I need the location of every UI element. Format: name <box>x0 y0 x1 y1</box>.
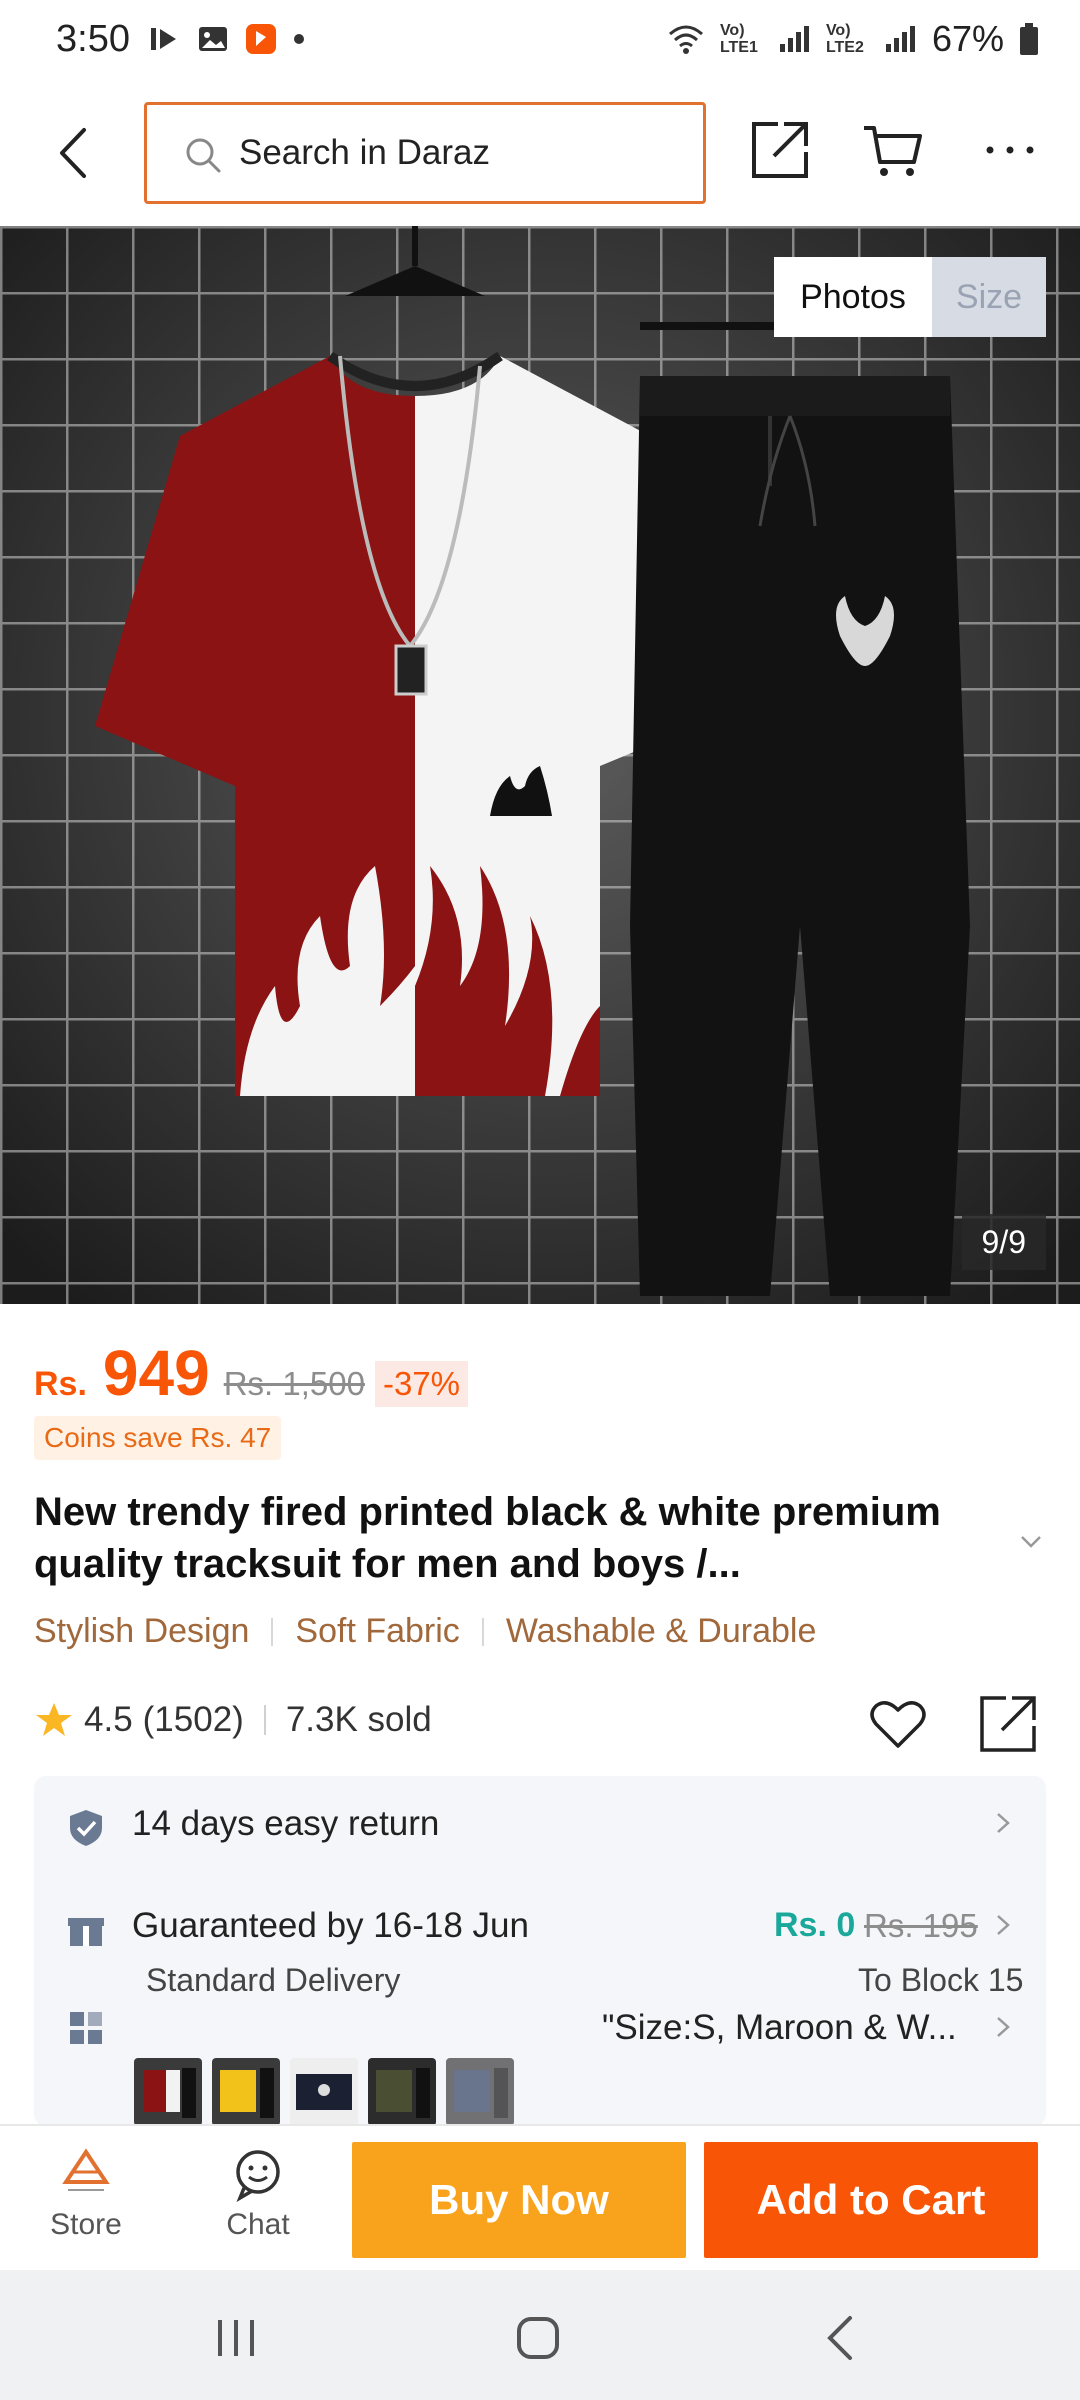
chat-label: Chat <box>226 2208 290 2241</box>
price-current: 949 <box>102 1337 210 1409</box>
dot-icon <box>294 34 304 44</box>
variant-thumbnail[interactable] <box>134 2058 202 2126</box>
wifi-icon <box>668 25 703 54</box>
feature-tag: Washable & Durable <box>505 1612 817 1650</box>
chevron-down-icon[interactable] <box>1016 1526 1046 1556</box>
chevron-right-icon <box>997 1915 1010 1935</box>
variant-thumbnail[interactable] <box>212 2058 280 2126</box>
chat-button[interactable]: Chat <box>198 2146 318 2242</box>
back-nav-icon[interactable] <box>812 2308 872 2368</box>
buy-now-button[interactable]: Buy Now <box>352 2142 686 2258</box>
status-system-icons: Vo) LTE1 Vo) LTE2 67% <box>666 18 1040 60</box>
discount-badge: -37% <box>374 1361 468 1407</box>
bottom-action-bar: Store Chat Buy Now Add to Cart <box>0 2124 1080 2270</box>
tab-photos[interactable]: Photos <box>774 257 932 337</box>
store-icon <box>62 2148 110 2191</box>
shipping-fee-original: Rs. 195 <box>864 1907 978 1944</box>
top-nav: Search in Daraz <box>0 80 1080 226</box>
grid-icon <box>70 2012 102 2044</box>
status-time: 3:50 <box>56 18 130 60</box>
battery-percent: 67% <box>931 18 1004 59</box>
media-tabs: Photos Size <box>774 257 1046 337</box>
variant-selected: "Size:S, Maroon & W... <box>602 2008 957 2047</box>
signal-icon-2 <box>885 26 915 52</box>
product-image-gallery[interactable]: Photos Size 9/9 <box>0 226 1080 1304</box>
image-counter: 9/9 <box>961 1214 1046 1270</box>
cart-icon[interactable] <box>860 118 924 182</box>
price-row: Rs. 949 Rs. 1,500 -37% <box>34 1336 468 1410</box>
product-title: New trendy fired printed black & white p… <box>34 1490 941 1586</box>
rating-value: 4.5 <box>84 1700 133 1739</box>
system-navigation-bar <box>0 2270 1080 2400</box>
sim2-label: Vo) LTE2 <box>825 22 864 56</box>
back-button[interactable] <box>48 120 100 186</box>
delivery-location: To Block 15 <box>858 1962 1024 1998</box>
heart-icon[interactable] <box>866 1692 930 1756</box>
product-image <box>0 226 1080 1304</box>
share-icon[interactable] <box>748 118 812 182</box>
service-card: 14 days easy return Guaranteed by 16-18 … <box>34 1776 1046 2126</box>
delivery-type: Standard Delivery <box>146 1962 401 1998</box>
gift-box-icon <box>68 1918 104 1946</box>
home-icon[interactable] <box>508 2308 568 2368</box>
divider <box>481 1617 484 1646</box>
divider <box>271 1617 274 1646</box>
sold-count: 7.3K sold <box>285 1700 432 1739</box>
star-icon <box>36 1703 72 1736</box>
feature-tags: Stylish Design Soft Fabric Washable & Du… <box>34 1612 816 1651</box>
more-options-icon[interactable] <box>978 118 1042 182</box>
variant-thumbnail[interactable] <box>290 2058 358 2126</box>
rating-row[interactable]: 4.5 (1502) 7.3K sold <box>34 1700 432 1740</box>
search-icon <box>186 138 221 173</box>
status-bar: 3:50 Vo) LTE1 Vo) LTE2 67% <box>0 0 1080 80</box>
price-currency: Rs. <box>34 1365 87 1403</box>
store-label: Store <box>50 2208 122 2241</box>
chevron-right-icon <box>997 1813 1010 1833</box>
feature-tag: Soft Fabric <box>295 1612 460 1650</box>
recent-apps-icon[interactable] <box>206 2308 266 2368</box>
media-play-icon <box>151 28 176 50</box>
search-input[interactable]: Search in Daraz <box>144 102 706 204</box>
chat-icon <box>236 2150 280 2202</box>
store-button[interactable]: Store <box>26 2146 146 2242</box>
review-count: (1502) <box>142 1700 244 1739</box>
divider <box>263 1705 266 1735</box>
daraz-app-icon <box>246 24 276 54</box>
variant-thumbnail[interactable] <box>446 2058 514 2126</box>
coins-badge: Coins save Rs. 47 <box>34 1416 282 1460</box>
shipping-fee: Rs. 0 <box>774 1906 856 1944</box>
share-icon[interactable] <box>976 1692 1040 1756</box>
add-to-cart-button[interactable]: Add to Cart <box>704 2142 1038 2258</box>
sim1-label: Vo) LTE1 <box>719 22 758 56</box>
variant-thumbnail[interactable] <box>368 2058 436 2126</box>
status-notification-icons <box>148 22 306 56</box>
price-original: Rs. 1,500 <box>223 1365 365 1402</box>
gallery-icon <box>199 27 227 51</box>
chevron-right-icon <box>997 2017 1010 2037</box>
feature-tag: Stylish Design <box>34 1612 250 1650</box>
battery-icon <box>1020 23 1038 55</box>
tab-size[interactable]: Size <box>932 257 1046 337</box>
return-policy-text: 14 days easy return <box>132 1804 440 1843</box>
signal-icon <box>779 26 809 52</box>
delivery-guarantee: Guaranteed by 16-18 Jun <box>132 1906 529 1945</box>
shield-check-icon <box>70 1810 102 1846</box>
search-placeholder: Search in Daraz <box>239 133 490 172</box>
